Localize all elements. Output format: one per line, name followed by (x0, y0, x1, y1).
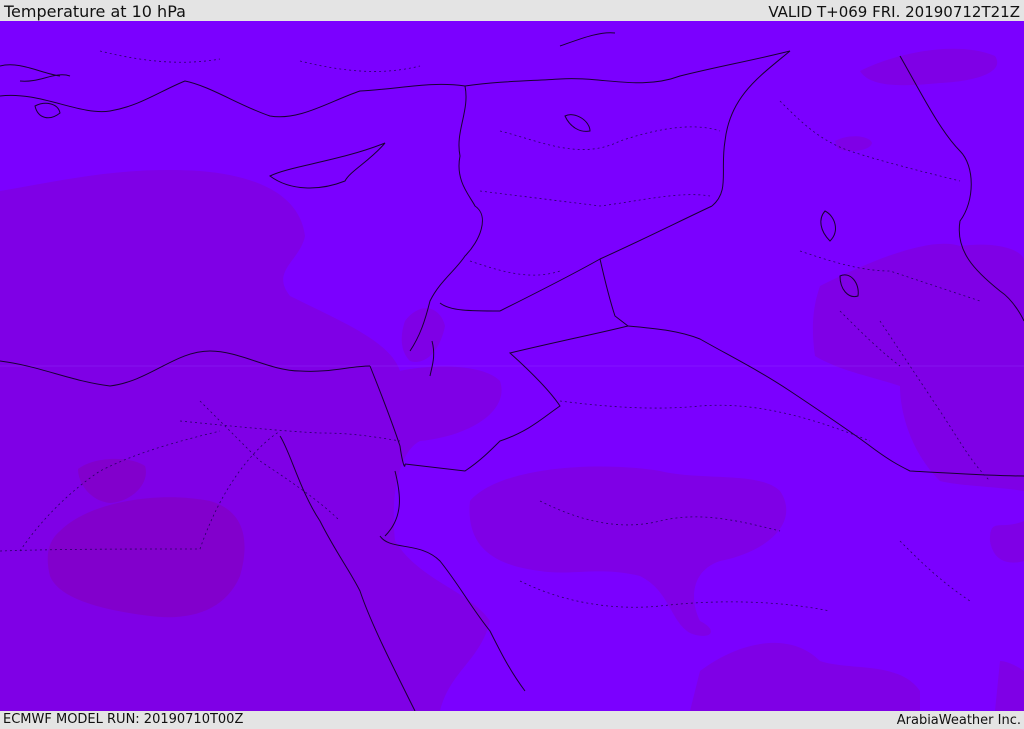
model-run-label: ECMWF MODEL RUN: 20190710T00Z (3, 712, 244, 727)
map-title: Temperature at 10 hPa (4, 2, 186, 21)
map-footer: ECMWF MODEL RUN: 20190710T00Z ArabiaWeat… (0, 711, 1024, 729)
valid-time: VALID T+069 FRI. 20190712T21Z (768, 3, 1020, 21)
shade-region-southeast (995, 661, 1024, 711)
credit-label: ArabiaWeather Inc. (896, 713, 1021, 728)
map-panel (0, 21, 1024, 711)
map-header: Temperature at 10 hPa VALID T+069 FRI. 2… (0, 0, 1024, 21)
temperature-map (0, 21, 1024, 711)
